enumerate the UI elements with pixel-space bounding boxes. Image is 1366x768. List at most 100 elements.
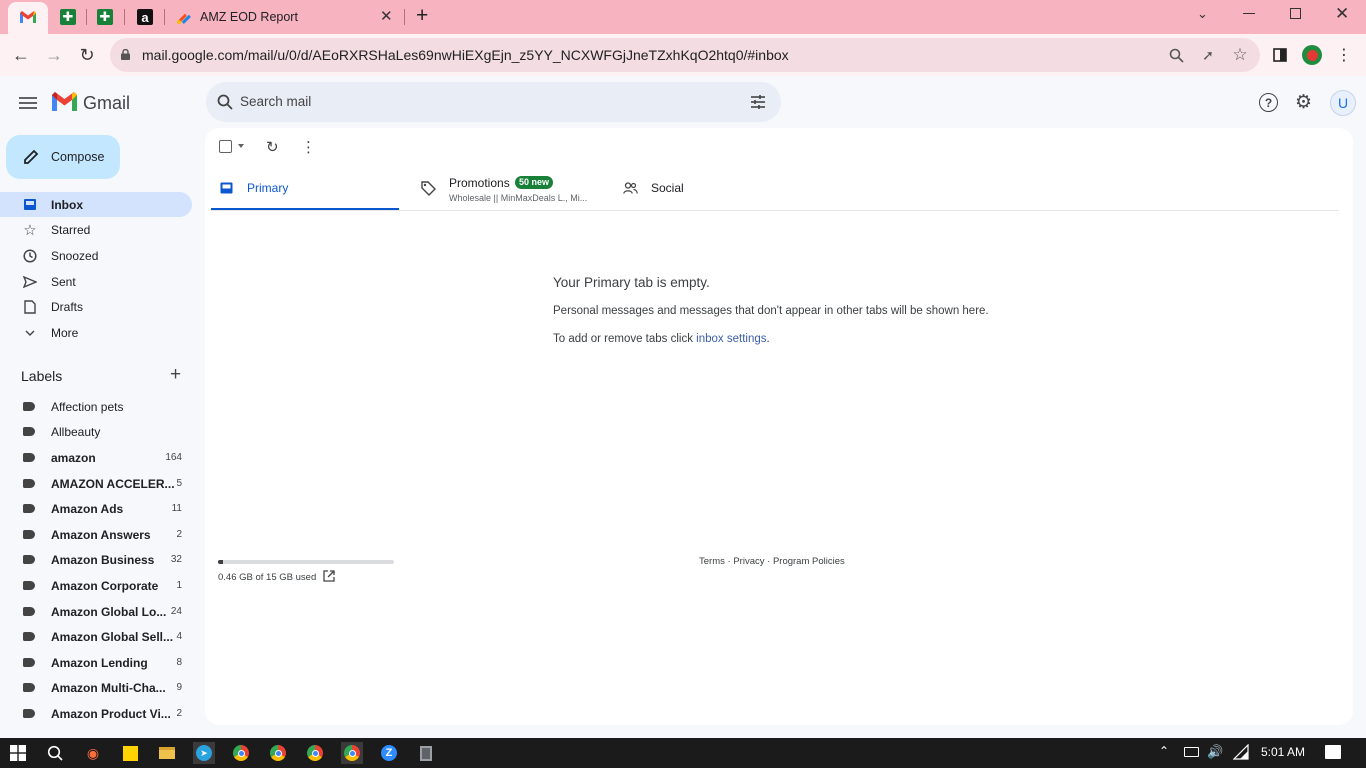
more-options-icon[interactable]: ⋮: [301, 138, 316, 156]
new-tab-plus-icon[interactable]: +: [416, 5, 428, 27]
profile-avatar[interactable]: [1302, 45, 1322, 65]
sidebar-label-item[interactable]: AMAZON ACCELER... 5: [0, 471, 192, 496]
bookmark-star-icon[interactable]: ☆: [1231, 45, 1249, 64]
create-label-plus-icon[interactable]: +: [170, 365, 181, 385]
tab-social[interactable]: Social: [614, 168, 802, 211]
footer-separator: ·: [764, 556, 773, 567]
sidebar-label-item[interactable]: Amazon Business 32: [0, 547, 192, 572]
restore-icon[interactable]: [1290, 8, 1301, 19]
tray-chevron-up-icon[interactable]: ⌃: [1159, 744, 1169, 758]
tab-search-chevron-icon[interactable]: ⌄: [1197, 6, 1208, 22]
avatar-letter: U: [1337, 95, 1349, 111]
microphone-icon[interactable]: ◉: [82, 742, 104, 764]
sidebar-item-starred[interactable]: ☆ Starred: [0, 217, 192, 242]
external-link-icon[interactable]: [323, 570, 335, 582]
sidebar-label-item[interactable]: Amazon Global Sell... 4: [0, 624, 192, 649]
terms-link[interactable]: Terms: [699, 556, 725, 567]
sidebar-item-sent[interactable]: Sent: [0, 269, 192, 294]
chrome-icon-active[interactable]: [341, 742, 363, 764]
refresh-icon[interactable]: ↻: [266, 138, 279, 156]
wifi-icon[interactable]: [1232, 743, 1249, 760]
hint-period: .: [766, 333, 770, 345]
sidebar-label-item[interactable]: Amazon Answers 2: [0, 522, 192, 547]
sidebar-label-item[interactable]: Allbeauty: [0, 419, 192, 444]
gmail-m-icon: [52, 92, 77, 114]
tab-amazon[interactable]: a: [132, 4, 158, 30]
sidebar-label-item[interactable]: Amazon Corporate 1: [0, 573, 192, 598]
windows-start-icon[interactable]: [7, 742, 29, 764]
search-bar[interactable]: Search mail: [206, 82, 781, 122]
sidebar-label-item[interactable]: amazon 164: [0, 445, 192, 470]
label-unread-count: 8: [176, 657, 182, 668]
help-icon[interactable]: ?: [1259, 93, 1278, 112]
privacy-link[interactable]: Privacy: [733, 556, 764, 567]
tab-gmail[interactable]: [8, 2, 48, 34]
chrome-menu-icon[interactable]: ⋮: [1335, 46, 1353, 64]
star-icon: ☆: [23, 221, 37, 239]
sticky-notes-icon[interactable]: [119, 742, 141, 764]
account-avatar[interactable]: U: [1330, 90, 1356, 116]
close-tab-icon[interactable]: ✕: [380, 7, 393, 25]
forward-arrow-icon[interactable]: →: [44, 45, 64, 65]
zoom-app-icon[interactable]: Z: [378, 742, 400, 764]
file-explorer-icon[interactable]: [156, 742, 178, 764]
search-options-icon[interactable]: [750, 94, 766, 113]
tab-sheets-2[interactable]: ✚: [92, 4, 118, 30]
share-icon[interactable]: ➚: [1199, 46, 1217, 64]
sidebar-item-inbox[interactable]: Inbox: [0, 192, 192, 217]
gmail-logo[interactable]: Gmail: [52, 92, 130, 114]
compose-button[interactable]: Compose: [6, 135, 120, 179]
sheets-favicon: ✚: [60, 9, 76, 25]
sheets-favicon: ✚: [97, 9, 113, 25]
search-input[interactable]: Search mail: [240, 94, 311, 109]
settings-gear-icon[interactable]: ⚙: [1294, 93, 1313, 112]
taskbar-search-icon[interactable]: [44, 742, 66, 764]
empty-state-title: Your Primary tab is empty.: [553, 275, 710, 290]
tab-amz-eod-report[interactable]: AMZ EOD Report ✕: [170, 4, 402, 30]
sidebar-item-more[interactable]: More: [0, 320, 192, 345]
sidebar-label-item[interactable]: Amazon Global Lo... 24: [0, 599, 192, 624]
sidebar-label-item[interactable]: Affection pets: [0, 394, 192, 419]
label-name: Amazon Lending: [51, 656, 148, 670]
chrome-icon[interactable]: [230, 742, 252, 764]
tab-promotions[interactable]: Promotions 50 new Wholesale || MinMaxDea…: [412, 168, 607, 211]
inbox-settings-link[interactable]: inbox settings: [696, 333, 766, 345]
program-policies-link[interactable]: Program Policies: [773, 556, 845, 567]
sidebar-label-item[interactable]: Amazon Multi-Cha... 9: [0, 675, 192, 700]
compose-label: Compose: [51, 150, 105, 164]
sidebar-item-label: Drafts: [51, 299, 84, 314]
chrome-icon[interactable]: [267, 742, 289, 764]
side-panel-icon[interactable]: [1271, 46, 1289, 64]
zoom-search-icon[interactable]: [1167, 46, 1185, 64]
battery-icon[interactable]: [1184, 747, 1199, 757]
hint-text: To add or remove tabs click: [553, 333, 697, 345]
people-icon: [623, 182, 638, 197]
main-menu-icon[interactable]: [19, 96, 37, 110]
sidebar-label-item[interactable]: Amazon Product Vi... 2: [0, 701, 192, 726]
back-arrow-icon[interactable]: ←: [11, 45, 31, 65]
select-all-checkbox[interactable]: [219, 140, 232, 153]
reload-icon[interactable]: ↻: [77, 45, 97, 65]
sidebar-item-label: Starred: [51, 222, 91, 237]
label-tag-icon: [23, 581, 35, 590]
sidebar-item-drafts[interactable]: Drafts: [0, 294, 192, 319]
volume-icon[interactable]: 🔊: [1207, 744, 1223, 760]
sidebar-label-item[interactable]: Amazon Ads 11: [0, 496, 192, 521]
label-unread-count: 1: [176, 580, 182, 591]
tab-sheets-1[interactable]: ✚: [55, 4, 81, 30]
notifications-icon[interactable]: [1325, 745, 1341, 759]
calculator-icon[interactable]: [415, 742, 437, 764]
tab-primary[interactable]: Primary: [211, 168, 399, 211]
taskbar-clock[interactable]: 5:01 AM: [1261, 745, 1305, 759]
address-bar[interactable]: mail.google.com/mail/u/0/d/AEoRXRSHaLes6…: [110, 38, 1260, 72]
minimize-icon[interactable]: [1243, 13, 1255, 14]
sidebar-item-snoozed[interactable]: Snoozed: [0, 243, 192, 268]
chrome-icon[interactable]: [304, 742, 326, 764]
label-unread-count: 24: [170, 606, 182, 617]
window-close-icon[interactable]: ✕: [1335, 4, 1349, 24]
sidebar-label-item[interactable]: Amazon Lending 8: [0, 650, 192, 675]
search-icon[interactable]: [217, 94, 233, 113]
tab-title: AMZ EOD Report: [200, 10, 298, 24]
select-dropdown-arrow-icon[interactable]: [238, 144, 244, 148]
telegram-icon[interactable]: ➤: [193, 742, 215, 764]
